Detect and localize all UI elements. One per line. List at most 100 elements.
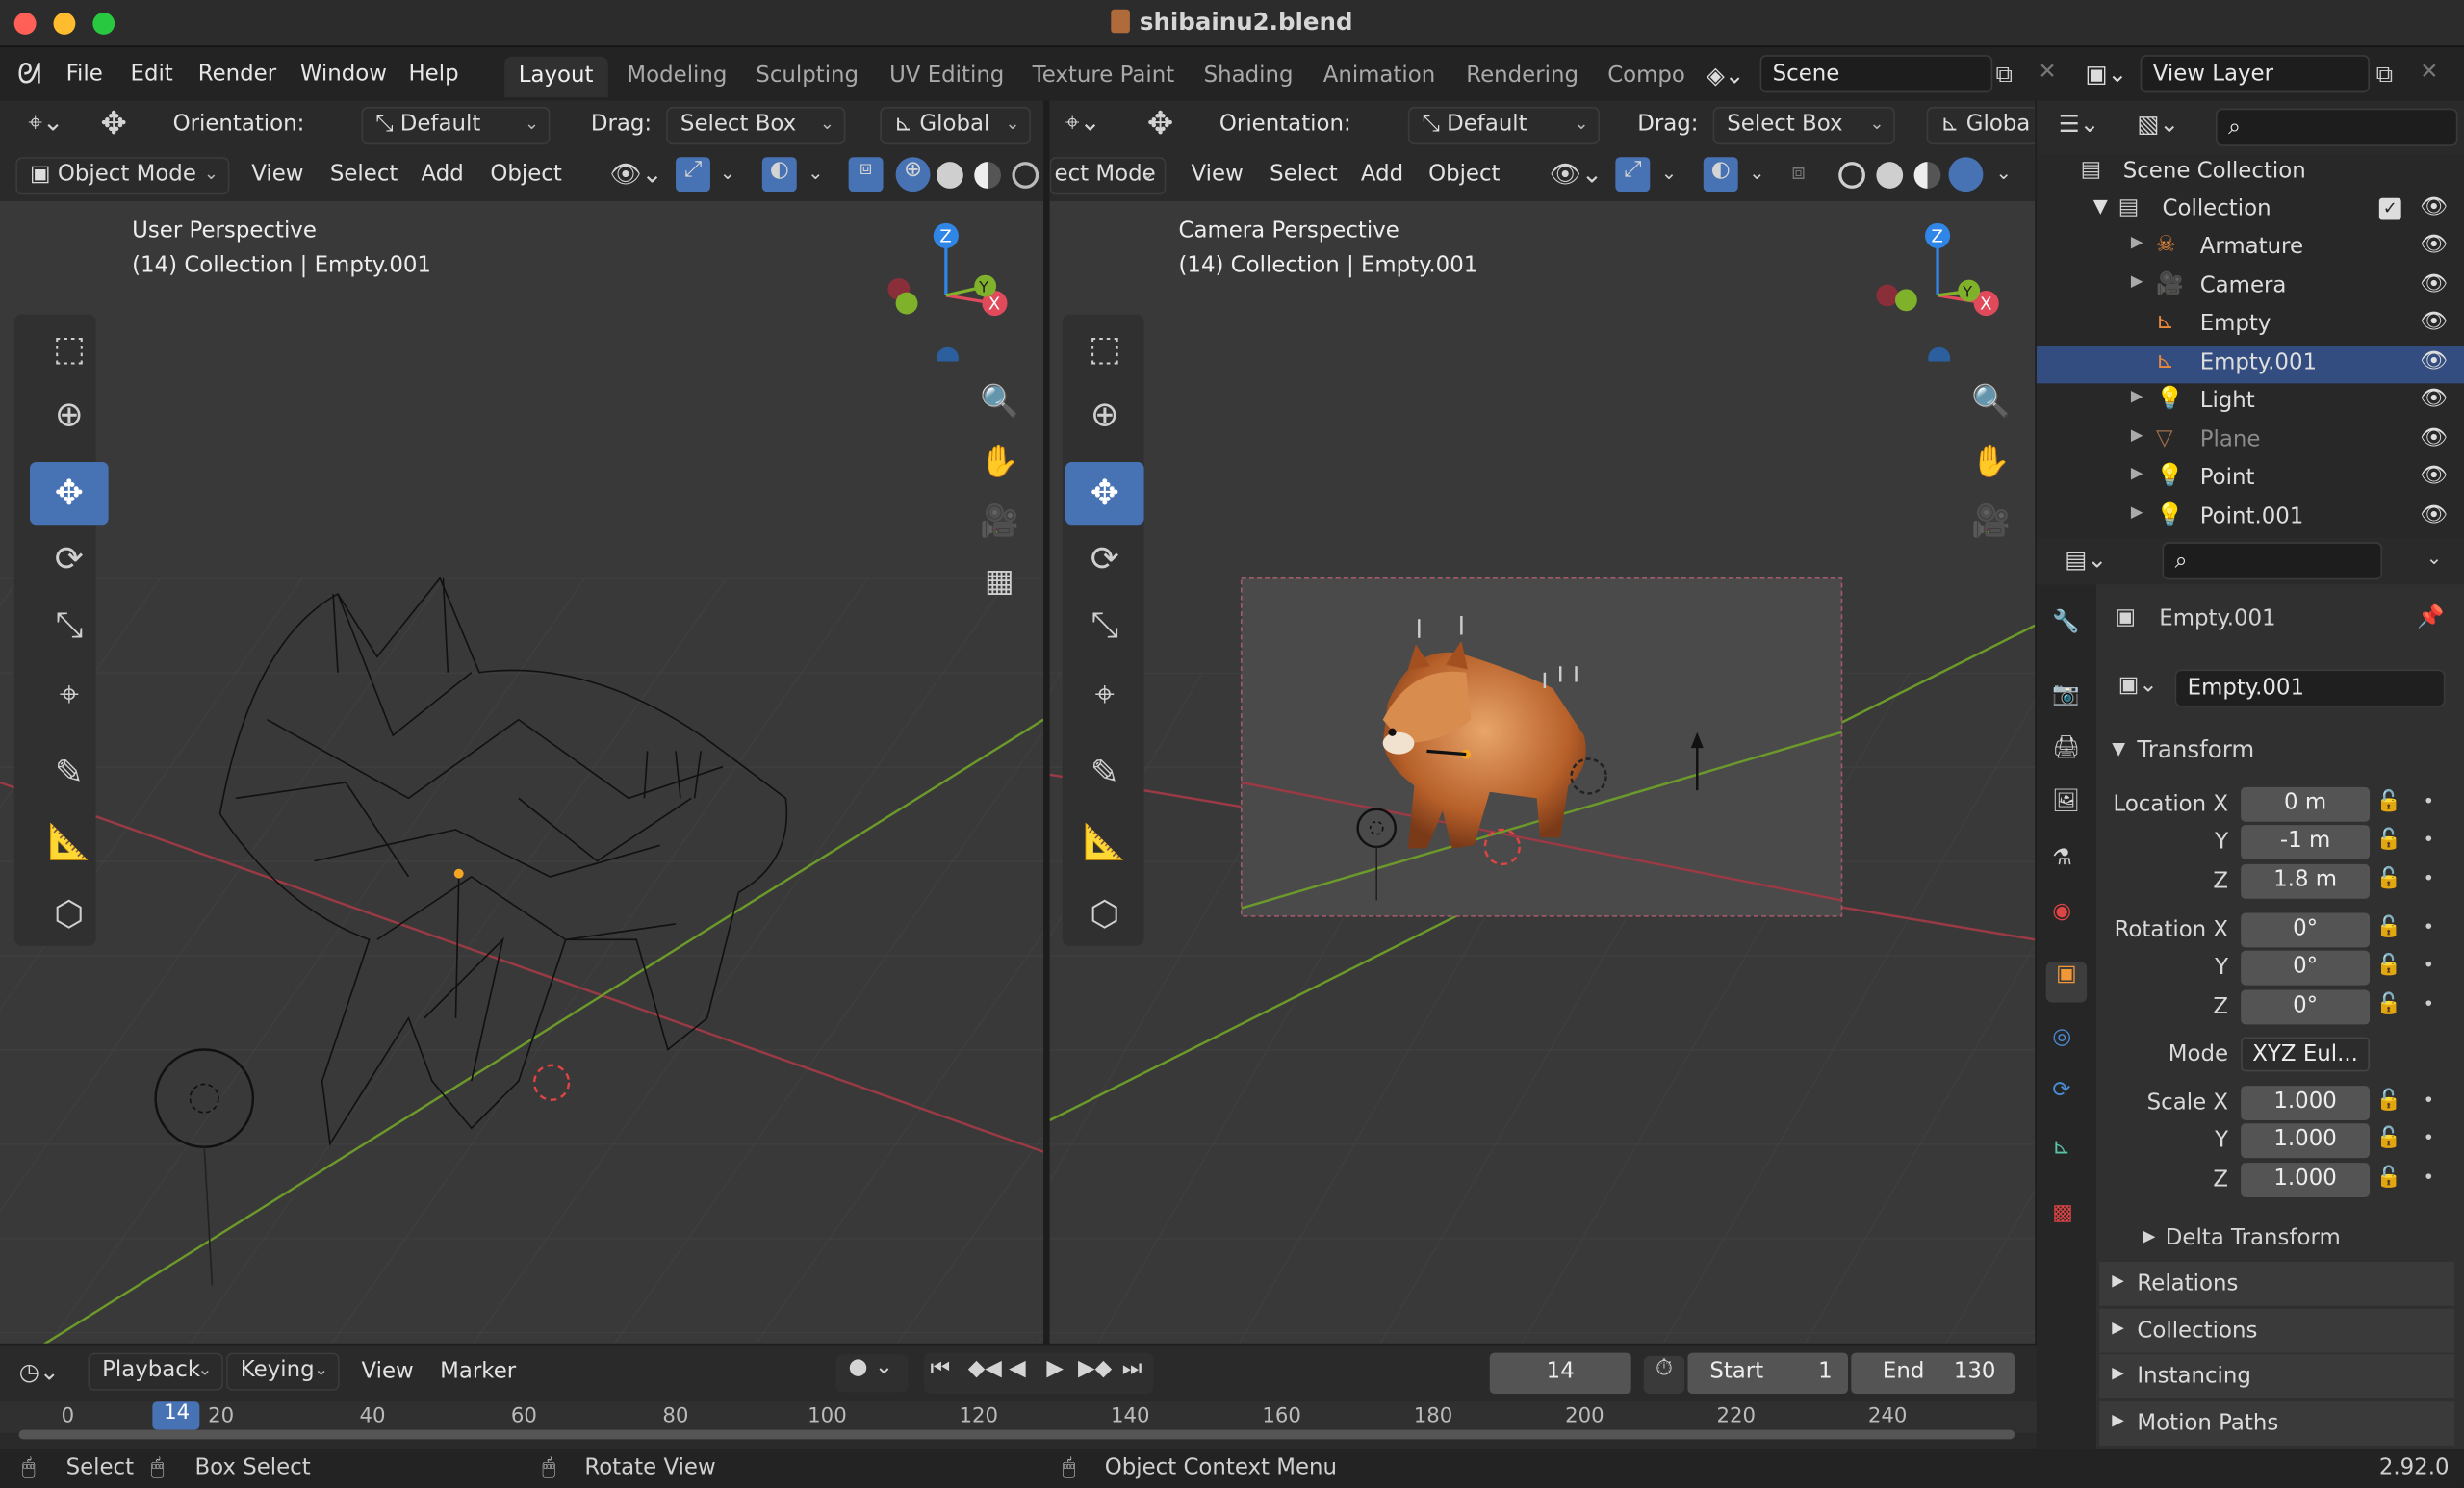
menu-add[interactable]: Add [422,162,464,187]
drag-dropdown[interactable]: Select Box ⌄ [666,107,846,145]
chevron-down-icon[interactable]: ⌄ [1995,162,2011,184]
chevron-down-icon[interactable]: ⌄ [720,162,735,184]
rotation-y-field[interactable]: 0° [2241,950,2371,986]
stopwatch-icon[interactable]: ⏱ [1643,1355,1685,1395]
outliner-item-armature[interactable]: ▶ ☠ Armature 👁 [2037,229,2464,267]
scale-tool-icon[interactable]: ⤡ [1065,594,1144,656]
keyframe-dot-icon[interactable]: • [2424,1166,2435,1188]
outliner-search-input[interactable]: ⌕ [2216,108,2458,146]
timeline[interactable]: ◷⌄ Playback ⌄ Keying ⌄ View Marker ● ⌄ ⏮ ◆… [0,1345,2037,1450]
mode-dropdown[interactable]: ▣ Object Mode ⌄ [15,157,230,195]
lock-icon[interactable]: 🔓 [2376,828,2401,851]
delta-transform-panel[interactable]: Delta Transform [2166,1225,2341,1250]
chevron-down-icon[interactable]: ⌄ [1749,162,1764,184]
scale-y-field[interactable]: 1.000 [2241,1123,2371,1159]
keyframe-dot-icon[interactable]: • [2424,916,2435,938]
jump-end-icon[interactable]: ⏭ [1122,1356,1142,1381]
expand-arrow-icon[interactable]: ▼ [2093,194,2108,217]
menu-edit[interactable]: Edit [131,62,173,87]
panel-instancing[interactable]: ▶ Instancing [2099,1354,2455,1398]
timeline-view-menu[interactable]: View [362,1359,414,1384]
xray-toggle-icon[interactable]: ⧈ [848,157,884,192]
play-reverse-icon[interactable]: ◀ [1009,1356,1026,1381]
panel-motion-paths[interactable]: ▶ Motion Paths [2099,1400,2455,1446]
keyframe-dot-icon[interactable]: • [2424,867,2435,889]
eye-icon[interactable]: 👁 [2420,310,2448,335]
solid-shading-icon[interactable] [937,162,963,189]
menu-add[interactable]: Add [1361,162,1403,187]
lock-icon[interactable]: 🔓 [2376,1166,2401,1189]
tab-texture-paint[interactable]: Texture Paint [1018,57,1189,97]
keyframe-dot-icon[interactable]: • [2424,1127,2435,1149]
drag-dropdown[interactable]: Select Box ⌄ [1712,107,1895,145]
outliner-item-empty[interactable]: ▶ ⊾ Empty 👁 [2037,306,2464,344]
keyframe-dot-icon[interactable]: • [2424,828,2435,850]
lock-icon[interactable]: 🔓 [2376,916,2401,939]
eye-icon[interactable]: 👁 [2420,464,2448,489]
measure-tool-icon[interactable]: 📐 [30,810,109,873]
eye-icon[interactable]: 👁 [2420,233,2448,258]
scene-name-field[interactable]: Scene [1759,55,1993,93]
navigation-gizmo[interactable]: Z X Y [1871,220,2013,362]
rendered-shading-icon[interactable] [1012,162,1040,189]
select-box-tool-icon[interactable]: ⬚ [1065,318,1144,380]
tool-tab-icon[interactable]: 🔧 [2052,609,2079,634]
rendered-shading-icon[interactable] [1948,157,1984,192]
material-shading-icon[interactable] [974,162,1001,189]
tab-modeling[interactable]: Modeling [613,57,741,97]
outliner-item-light[interactable]: ▶ 💡 Light 👁 [2037,383,2464,421]
new-scene-icon[interactable]: ⧉ [1995,60,2013,88]
outliner-item-camera[interactable]: ▶ 🎥 Camera 👁 [2037,268,2464,305]
measure-tool-icon[interactable]: 📐 [1065,810,1144,873]
solid-shading-icon[interactable] [1876,162,1904,189]
material-shading-icon[interactable] [1913,162,1941,189]
viewport-left[interactable]: ⌖⌄ ✥ Orientation: ⤡ Default ⌄ Drag: Selec… [0,100,1044,1344]
menu-select[interactable]: Select [1270,162,1338,187]
scale-tool-icon[interactable]: ⤡ [30,594,109,656]
tab-rendering[interactable]: Rendering [1452,57,1593,97]
transform-panel-title[interactable]: Transform [2137,735,2254,763]
scale-z-field[interactable]: 1.000 [2241,1163,2371,1197]
zoom-icon[interactable]: 🔍 [1967,377,2015,424]
checkbox-icon[interactable]: ✓ [2378,197,2401,220]
texture-tab-icon[interactable]: ▩ [2052,1200,2073,1225]
eye-icon[interactable]: 👁 [2420,348,2448,373]
eye-icon[interactable]: 👁 [2420,502,2448,527]
move-tool-icon[interactable]: ✥ [30,461,109,526]
outliner-item-empty-001[interactable]: ▶ ⊾ Empty.001 👁 [2036,345,2464,383]
menu-view[interactable]: View [1192,162,1244,187]
expand-arrow-icon[interactable]: ▶ [2131,503,2143,521]
physics-tab-icon[interactable]: ⟳ [2052,1078,2070,1103]
data-block-icon[interactable]: ▣⌄ [2118,673,2158,698]
object-tab-icon[interactable]: ▣ [2045,962,2088,1003]
editor-type-icon[interactable]: ▤⌄ [2065,545,2107,573]
visibility-icon[interactable]: 👁⌄ [609,159,662,189]
add-cube-tool-icon[interactable]: ⬡ [30,883,109,945]
expand-arrow-icon[interactable]: ▶ [2131,272,2143,290]
pin-icon[interactable]: 📌 [2417,605,2444,630]
keyframe-dot-icon[interactable]: • [2424,993,2435,1015]
lock-icon[interactable]: 🔓 [2376,954,2401,977]
delete-scene-icon[interactable]: ✕ [2039,60,2057,85]
editor-type-icon[interactable]: ◷⌄ [19,1357,60,1385]
pan-hand-icon[interactable]: ✋ [976,437,1023,484]
delete-view-layer-icon[interactable]: ✕ [2420,60,2438,85]
cursor-tool-icon[interactable]: ⊕ [1065,383,1144,446]
modifier-tab-icon[interactable]: ◎ [2052,1024,2071,1049]
transform-move-icon[interactable]: ✥ [100,104,126,141]
view-layer-field[interactable]: View Layer [2140,55,2371,93]
keyframe-dot-icon[interactable]: • [2424,954,2435,976]
outliner-collection[interactable]: ▼ ▤ Collection ✓ 👁 [2037,192,2464,229]
rotate-tool-icon[interactable]: ⟳ [30,528,109,591]
lock-icon[interactable]: 🔓 [2376,867,2401,890]
scene-tab-icon[interactable]: ⚗ [2052,845,2072,870]
tab-animation[interactable]: Animation [1309,57,1450,97]
gizmo-toggle-icon[interactable]: ⤢ [676,157,710,192]
location-x-field[interactable]: 0 m [2241,786,2371,822]
move-tool-icon[interactable]: ✥ [1065,461,1144,526]
expand-arrow-icon[interactable]: ▶ [2143,1229,2156,1246]
start-frame-field[interactable]: Start 1 [1687,1352,1848,1395]
keyframe-dot-icon[interactable]: • [2424,1089,2435,1111]
object-data-tab-icon[interactable]: ⊾ [2052,1135,2070,1160]
expand-arrow-icon[interactable]: ▶ [2131,465,2143,482]
